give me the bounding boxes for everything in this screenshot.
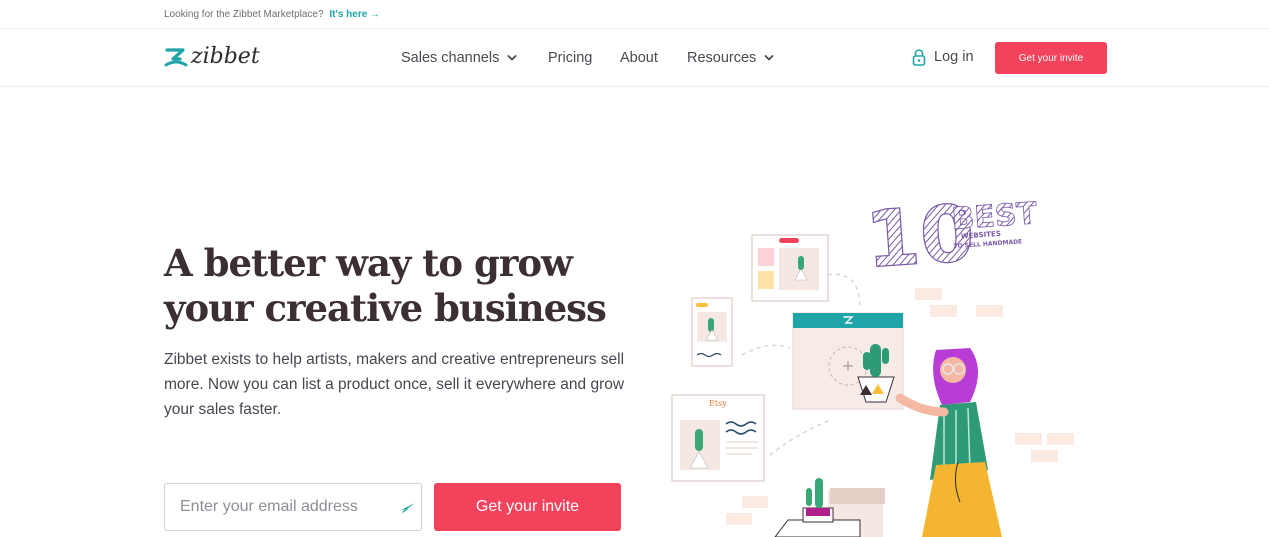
nav-resources-label: Resources	[687, 50, 757, 66]
marketplace-link[interactable]: It's here →	[329, 9, 380, 20]
nav-pricing-label: Pricing	[548, 50, 593, 66]
announcement-text: Looking for the Zibbet Marketplace? It's…	[164, 9, 380, 20]
nav-resources[interactable]: Resources	[687, 50, 774, 66]
ten-best-badge: 10 BEST WEBSITES TO SELL HANDMADE	[862, 188, 1039, 287]
login-label: Log in	[934, 49, 974, 65]
email-field-wrapper	[164, 483, 422, 531]
nav-about-label: About	[620, 50, 658, 66]
header-get-invite-button[interactable]: Get your invite	[995, 42, 1107, 74]
site-header: zibbet Sales channels Pricing About Reso…	[0, 29, 1269, 87]
product-card-left	[691, 297, 733, 367]
email-field[interactable]	[165, 484, 390, 530]
nav-sales-channels[interactable]: Sales channels	[401, 50, 517, 66]
nav-pricing[interactable]: Pricing	[548, 50, 592, 66]
woman-figure	[895, 348, 1002, 537]
shipping-boxes	[774, 478, 885, 537]
product-card-top	[751, 234, 829, 302]
hero-illustration: 10 BEST WEBSITES TO SELL HANDMADE Etsy	[671, 188, 1074, 537]
nav-about[interactable]: About	[620, 50, 658, 66]
zibbet-logo[interactable]: zibbet	[164, 45, 260, 69]
zibbet-logo-icon	[164, 48, 188, 67]
announcement-bar: Looking for the Zibbet Marketplace? It's…	[0, 0, 1269, 29]
paper-plane-icon	[401, 503, 415, 513]
hero-get-invite-button[interactable]: Get your invite	[434, 483, 621, 531]
chevron-down-icon	[507, 55, 517, 61]
logo-wordmark: zibbet	[191, 44, 260, 69]
hero-headline: A better way to grow your creative busin…	[164, 241, 607, 330]
chevron-down-icon	[764, 55, 774, 61]
product-card-etsy: Etsy	[671, 394, 765, 482]
nav-sales-channels-label: Sales channels	[401, 50, 500, 66]
badge-line-1: WEBSITES	[961, 230, 1002, 241]
login-link[interactable]: Log in	[911, 48, 974, 66]
etsy-label: Etsy	[709, 399, 727, 408]
hero-description: Zibbet exists to help artists, makers an…	[164, 351, 625, 418]
lock-icon	[912, 49, 926, 66]
announcement-message: Looking for the Zibbet Marketplace?	[164, 9, 324, 20]
